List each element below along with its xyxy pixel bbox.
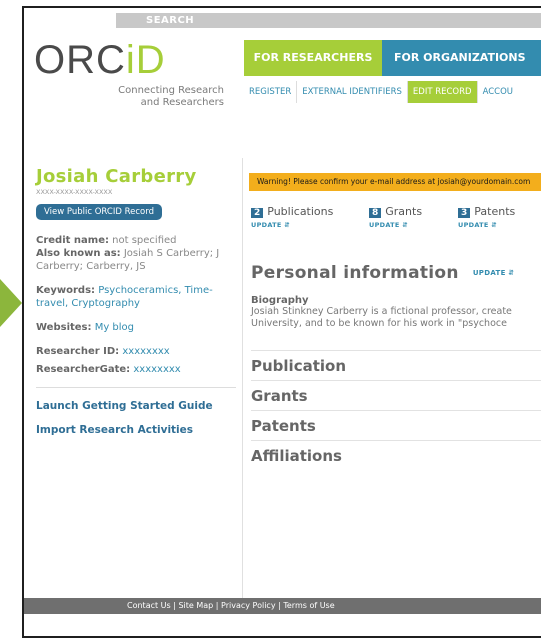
profile-name: Josiah Carberry: [36, 166, 197, 187]
site-footer[interactable]: Contact Us | Site Map | Privacy Policy |…: [24, 598, 541, 614]
researcher-id-label: Researcher ID:: [36, 346, 120, 357]
personal-info-title: Personal information UPDATE ⮃: [251, 263, 541, 283]
subnav-edit-record[interactable]: EDIT RECORD: [407, 81, 478, 103]
researchergate-label: ResearcherGate:: [36, 364, 131, 375]
count-number: 8: [369, 208, 382, 218]
update-patents-link[interactable]: UPDATE ⮃: [458, 221, 515, 230]
browser-frame: SEARCH ORCiD Connecting Research and Res…: [22, 6, 541, 638]
view-public-record-button[interactable]: View Public ORCID Record: [36, 204, 162, 220]
search-label: SEARCH: [146, 15, 195, 26]
section-publication[interactable]: Publication: [251, 350, 541, 381]
nav-for-researchers[interactable]: FOR RESEARCHERS: [244, 40, 382, 76]
credit-name-label: Credit name:: [36, 235, 109, 246]
keywords-block: Keywords: Psychoceramics, Time-travel, C…: [36, 284, 236, 310]
section-affiliations[interactable]: Affiliations: [251, 440, 541, 471]
names-block: Credit name: not specified Also known as…: [36, 234, 236, 273]
subnav-register[interactable]: REGISTER: [244, 81, 298, 103]
biography-line-2: University, and to be known for his work…: [251, 318, 507, 329]
section-patents[interactable]: Patents: [251, 410, 541, 441]
update-publications-link[interactable]: UPDATE ⮃: [251, 221, 333, 230]
update-grants-link[interactable]: UPDATE ⮃: [369, 221, 422, 230]
sidebar-divider: [36, 387, 236, 388]
launch-guide-link[interactable]: Launch Getting Started Guide: [36, 400, 236, 412]
tagline-line-2: and Researchers: [140, 97, 224, 108]
section-grants-label: Grants: [251, 387, 308, 405]
email-warning-banner: Warning! Please confirm your e-mail addr…: [249, 173, 541, 191]
orcid-logo[interactable]: ORCiD: [34, 38, 166, 83]
primary-nav: FOR RESEARCHERS FOR ORGANIZATIONS: [244, 40, 541, 76]
personal-info-heading: Personal information: [251, 263, 459, 283]
count-grants[interactable]: 8 Grants UPDATE ⮃: [369, 205, 422, 230]
identifiers-block: Researcher ID: xxxxxxxx ResearcherGate: …: [36, 345, 236, 376]
logo-id: iD: [125, 38, 166, 82]
personal-information-section: Personal information UPDATE ⮃ Biography J…: [251, 263, 541, 330]
callout-arrow: [0, 279, 22, 327]
count-patents[interactable]: 3 Patents UPDATE ⮃: [458, 205, 515, 230]
search-bar[interactable]: SEARCH: [116, 13, 541, 28]
websites-block: Websites: My blog: [36, 321, 236, 334]
subnav-account[interactable]: ACCOU: [478, 81, 518, 103]
column-divider: [242, 158, 243, 603]
activity-counts: 2 Publications UPDATE ⮃ 8 Grants UPDATE ⮃ …: [251, 205, 541, 237]
websites-label: Websites:: [36, 322, 92, 333]
section-publication-label: Publication: [251, 357, 347, 375]
credit-name-value: not specified: [112, 235, 177, 246]
count-label: Patents: [474, 205, 516, 218]
section-affiliations-label: Affiliations: [251, 447, 342, 465]
researcher-id-link[interactable]: xxxxxxxx: [122, 346, 169, 357]
subnav-external-identifiers[interactable]: EXTERNAL IDENTIFIERS: [297, 81, 408, 103]
blog-link[interactable]: My blog: [95, 322, 134, 333]
keywords-label: Keywords:: [36, 285, 96, 296]
count-label: Grants: [385, 205, 423, 218]
secondary-nav: REGISTER EXTERNAL IDENTIFIERS EDIT RECOR…: [244, 81, 541, 103]
count-label: Publications: [267, 205, 334, 218]
tagline-line-1: Connecting Research: [118, 85, 224, 96]
logo-text: ORC: [34, 38, 126, 82]
count-number: 3: [458, 208, 471, 218]
update-personal-info-link[interactable]: UPDATE ⮃: [473, 269, 515, 277]
biography-line-1: Josiah Stinkney Carberry is a fictional …: [251, 306, 512, 317]
section-grants[interactable]: Grants: [251, 380, 541, 411]
tagline: Connecting Research and Researchers: [94, 85, 224, 109]
import-activities-link[interactable]: Import Research Activities: [36, 424, 236, 436]
aka-label: Also known as:: [36, 248, 121, 259]
count-number: 2: [251, 208, 264, 218]
section-patents-label: Patents: [251, 417, 316, 435]
count-publications[interactable]: 2 Publications UPDATE ⮃: [251, 205, 333, 230]
researchergate-link[interactable]: xxxxxxxx: [133, 364, 180, 375]
nav-for-organizations[interactable]: FOR ORGANIZATIONS: [382, 40, 541, 76]
orcid-id: XXXX-XXXX-XXXX-XXXX: [36, 188, 113, 196]
biography-label: Biography: [251, 295, 309, 306]
profile-sidebar: Josiah Carberry XXXX-XXXX-XXXX-XXXX View…: [36, 166, 236, 436]
